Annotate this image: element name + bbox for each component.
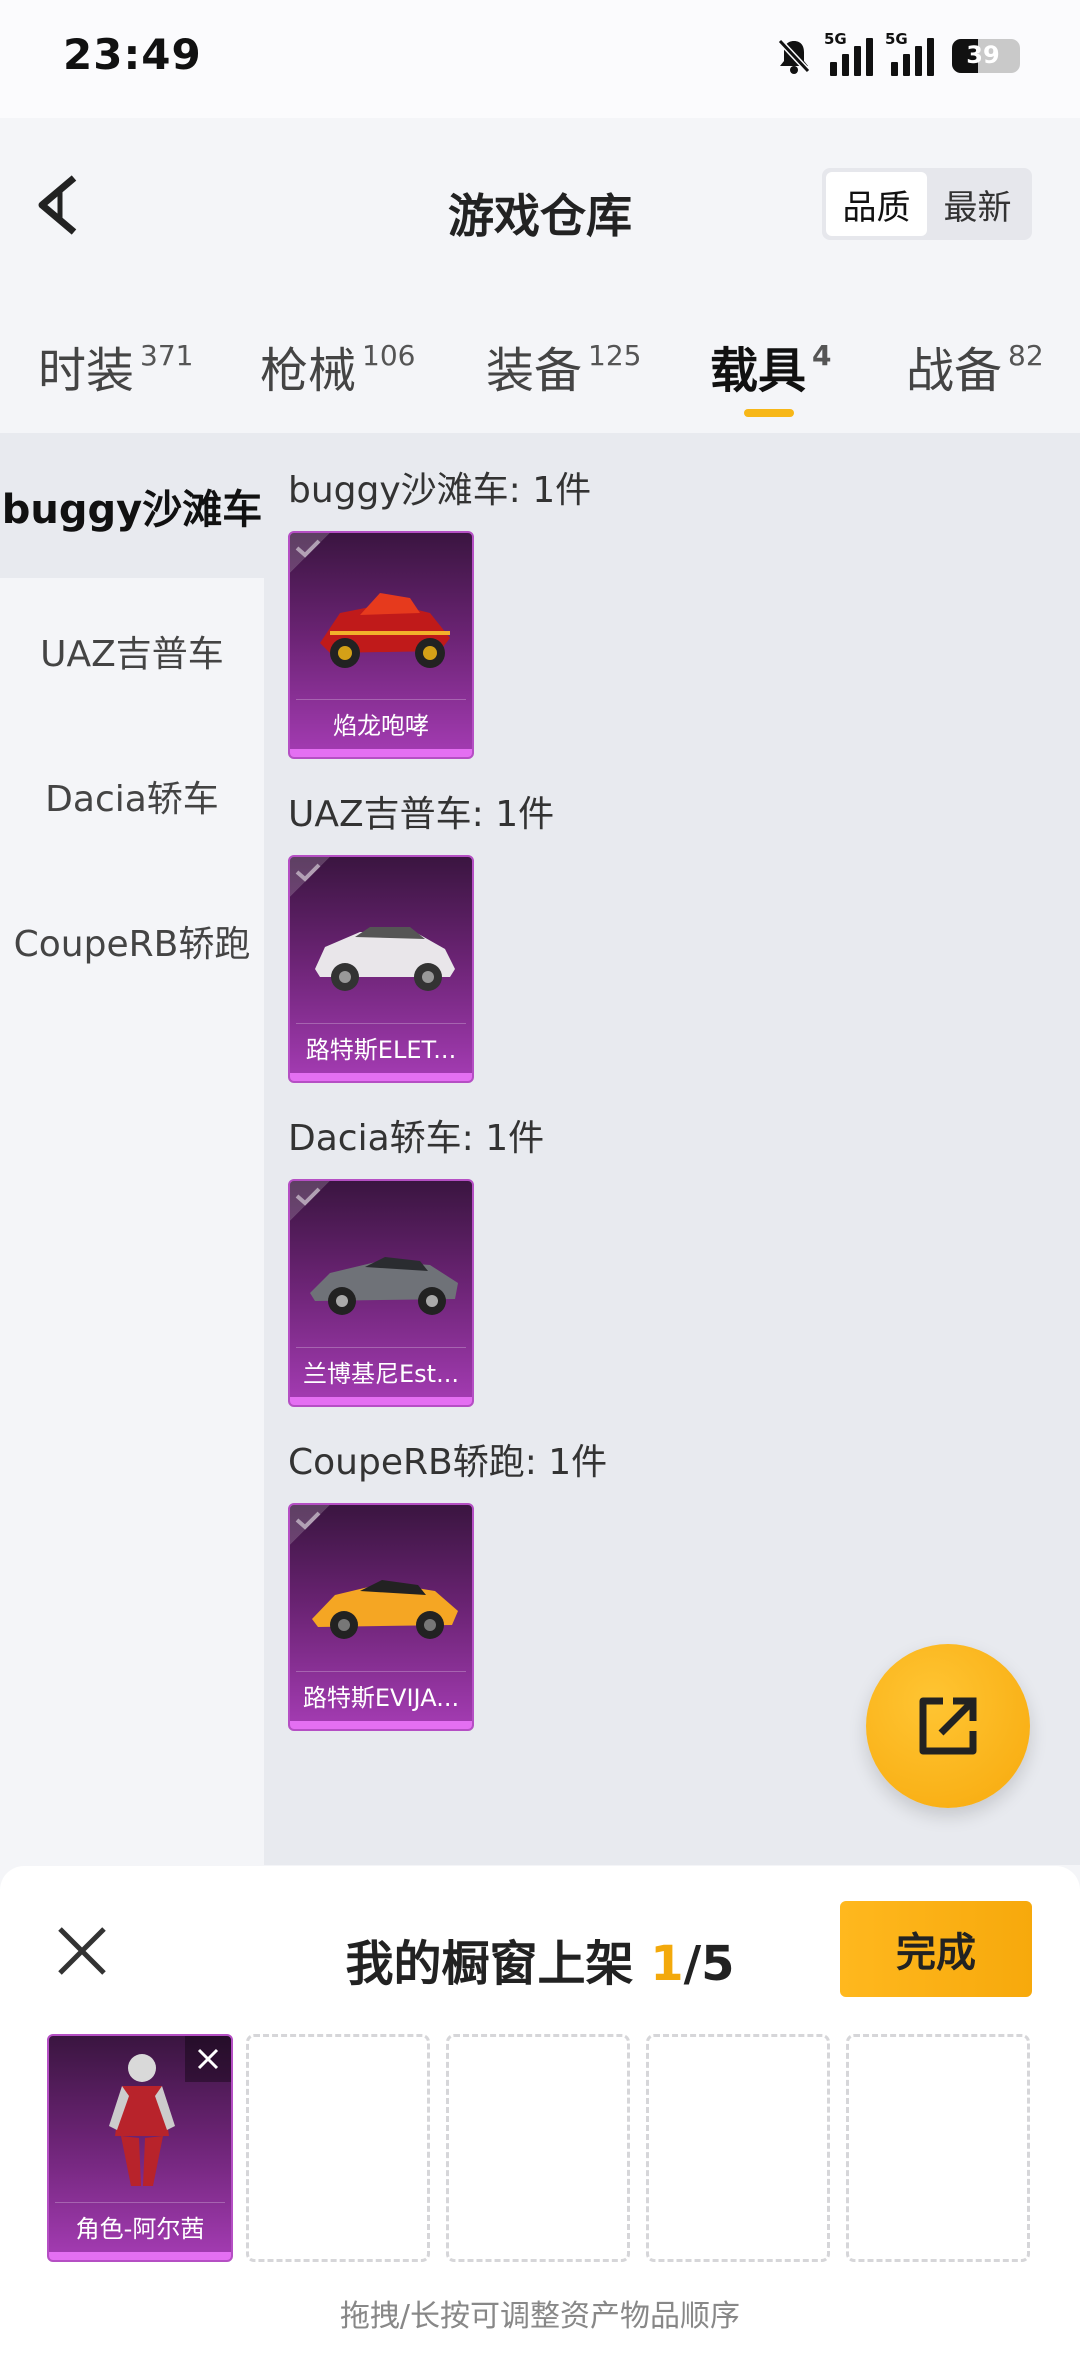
network-type: 5G xyxy=(885,30,908,48)
tab-count: 82 xyxy=(1008,339,1044,372)
tab-count: 125 xyxy=(588,339,642,372)
yellow-sports-car-icon xyxy=(312,1580,458,1639)
showcase-total-count: /5 xyxy=(683,1936,735,1992)
share-button[interactable] xyxy=(866,1644,1030,1808)
tab-fashion[interactable]: 时装 371 xyxy=(38,331,193,401)
tab-equipment[interactable]: 装备 125 xyxy=(486,331,641,401)
remove-slot-button[interactable] xyxy=(185,2036,231,2082)
item-name: 焰龙咆哮 xyxy=(296,699,466,747)
tab-count: 4 xyxy=(812,339,832,372)
item-name: 路特斯EVIJA... xyxy=(296,1671,466,1719)
showcase-slot-empty[interactable] xyxy=(646,2034,830,2262)
status-icons: 5G 5G 39 xyxy=(776,30,1020,76)
sidebar-item-coupe[interactable]: CoupeRB轿跑 xyxy=(0,868,264,1013)
bell-muted-icon xyxy=(777,38,811,74)
signal-icon: 5G xyxy=(824,30,873,76)
showcase-slot-empty[interactable] xyxy=(246,2034,430,2262)
active-tab-indicator xyxy=(744,409,794,417)
vehicle-type-sidebar: buggy沙滩车 UAZ吉普车 Dacia轿车 CoupeRB轿跑 xyxy=(0,433,264,1865)
item-card[interactable]: 焰龙咆哮 xyxy=(288,531,474,759)
group-title: Dacia轿车: 1件 xyxy=(288,1118,545,1159)
item-name: 兰博基尼Est... xyxy=(296,1347,466,1395)
close-icon xyxy=(197,2048,219,2070)
sort-quality-button[interactable]: 品质 xyxy=(826,172,927,236)
item-card[interactable]: 路特斯ELET... xyxy=(288,855,474,1083)
group-title: CoupeRB轿跑: 1件 xyxy=(288,1442,608,1483)
category-tabs: 时装 371 枪械 106 装备 125 载具 4 战备 82 xyxy=(0,293,1080,433)
network-type: 5G xyxy=(824,30,847,48)
sidebar-item-buggy[interactable]: buggy沙滩车 xyxy=(0,433,264,578)
rarity-bar xyxy=(290,1073,472,1081)
share-external-icon xyxy=(919,1697,977,1755)
sort-toggle: 品质 最新 xyxy=(822,168,1032,240)
tab-guns[interactable]: 枪械 106 xyxy=(260,331,415,401)
tab-label: 枪械 xyxy=(260,343,357,399)
signal-icon: 5G xyxy=(885,30,934,76)
tab-label: 时装 xyxy=(38,343,135,399)
showcase-slot-empty[interactable] xyxy=(846,2034,1030,2262)
tab-vehicles[interactable]: 载具 4 xyxy=(710,331,832,417)
showcase-slot-1[interactable]: 角色-阿尔茜 xyxy=(47,2034,233,2262)
showcase-panel: 我的橱窗上架 1/5 完成 角色-阿尔茜 拖拽/长按可调整资产物品顺序 xyxy=(0,1866,1080,2376)
item-card[interactable]: 路特斯EVIJA... xyxy=(288,1503,474,1731)
rarity-bar xyxy=(290,1721,472,1729)
showcase-title-text: 我的橱窗上架 xyxy=(345,1936,651,1992)
reorder-hint: 拖拽/长按可调整资产物品顺序 xyxy=(339,2299,741,2334)
group-title: buggy沙滩车: 1件 xyxy=(288,470,592,511)
item-name: 路特斯ELET... xyxy=(296,1023,466,1071)
tab-count: 106 xyxy=(362,339,416,372)
white-suv-icon xyxy=(315,927,455,991)
tab-count: 371 xyxy=(140,339,194,372)
sidebar-item-uaz[interactable]: UAZ吉普车 xyxy=(0,578,264,723)
battery-level: 39 xyxy=(966,41,1000,69)
battery-icon: 39 xyxy=(952,39,1020,73)
grey-sports-car-icon xyxy=(310,1257,458,1315)
showcase-current-count: 1 xyxy=(650,1936,684,1992)
tab-label: 战备 xyxy=(906,343,1003,399)
status-time: 23:49 xyxy=(63,30,202,79)
group-title: UAZ吉普车: 1件 xyxy=(288,794,555,835)
showcase-slot-empty[interactable] xyxy=(446,2034,630,2262)
rarity-bar xyxy=(290,749,472,757)
page-header: 游戏仓库 品质 最新 xyxy=(0,118,1080,293)
status-bar: 23:49 5G 5G 39 xyxy=(0,0,1080,118)
rarity-bar xyxy=(49,2252,231,2260)
tab-label: 载具 xyxy=(710,343,807,399)
red-buggy-icon xyxy=(320,593,450,668)
tab-label: 装备 xyxy=(486,343,583,399)
slot-item-name: 角色-阿尔茜 xyxy=(55,2202,225,2250)
done-button[interactable]: 完成 xyxy=(840,1901,1032,1997)
tab-supplies[interactable]: 战备 82 xyxy=(906,331,1044,401)
sidebar-item-dacia[interactable]: Dacia轿车 xyxy=(0,723,264,868)
item-card[interactable]: 兰博基尼Est... xyxy=(288,1179,474,1407)
rarity-bar xyxy=(290,1397,472,1405)
sort-latest-button[interactable]: 最新 xyxy=(927,172,1028,236)
